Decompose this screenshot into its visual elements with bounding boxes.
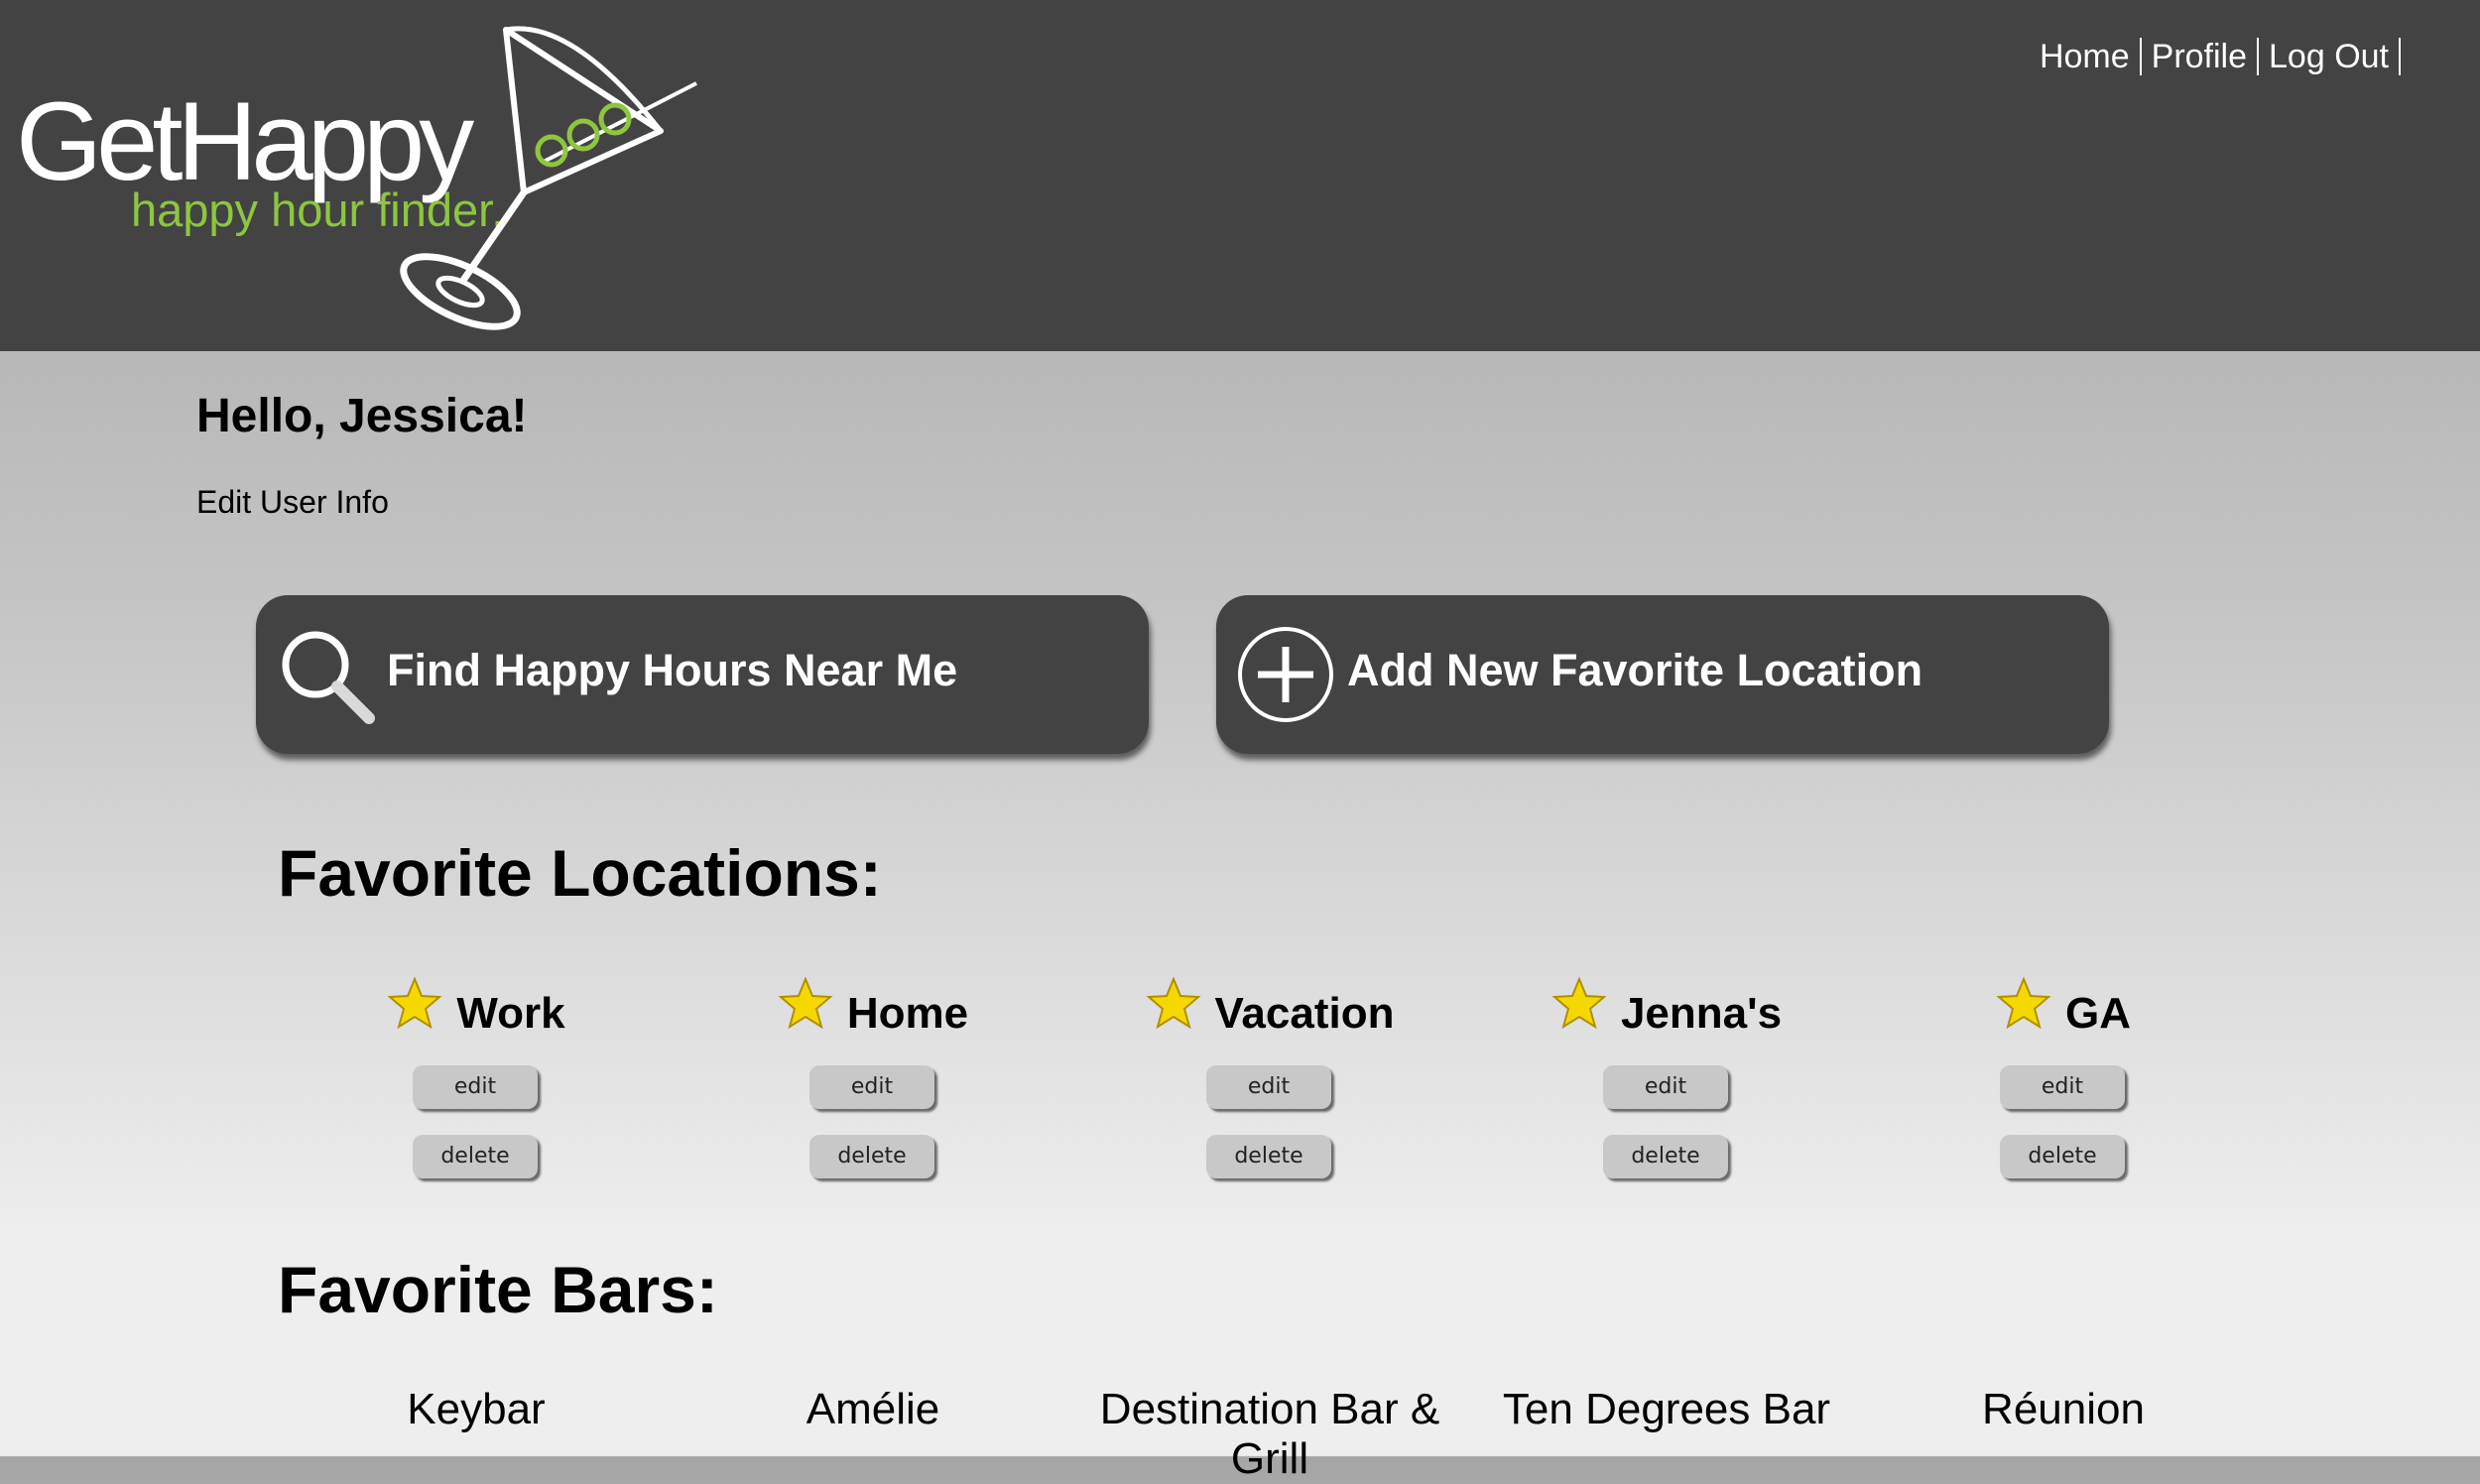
greeting-heading: Hello, Jessica! [196, 390, 528, 442]
edit-location-button[interactable]: edit [413, 1065, 538, 1109]
favorite-location-item: Home edit delete [675, 976, 1071, 1194]
favorite-bar-link[interactable]: Ten Degrees Bar [1468, 1385, 1865, 1434]
favorite-locations-heading: Favorite Locations: [278, 836, 882, 910]
favorite-bar-link[interactable]: Amélie [675, 1385, 1071, 1434]
location-name: Work [456, 989, 565, 1038]
favorite-location-item: Work edit delete [278, 976, 675, 1194]
favorite-bars-heading: Favorite Bars: [278, 1253, 718, 1326]
star-icon [1996, 976, 2051, 1030]
add-favorite-location-label: Add New Favorite Location [1347, 645, 1923, 695]
nav-home-link[interactable]: Home [2030, 38, 2142, 75]
location-name: Vacation [1214, 989, 1395, 1038]
magnifier-icon [282, 631, 375, 724]
location-name: Home [846, 989, 969, 1038]
star-icon [1551, 976, 1607, 1030]
nav-logout-link[interactable]: Log Out [2259, 38, 2401, 75]
edit-location-button[interactable]: edit [1603, 1065, 1728, 1109]
delete-location-button[interactable]: delete [1206, 1135, 1331, 1178]
site-header: GetHappy happy hour finder. Home Profile… [0, 0, 2480, 351]
delete-location-button[interactable]: delete [413, 1135, 538, 1178]
star-icon [778, 976, 833, 1030]
plus-circle-icon [1238, 627, 1333, 722]
star-icon [387, 976, 442, 1030]
delete-location-button[interactable]: delete [1603, 1135, 1728, 1178]
favorite-location-item: Vacation edit delete [1071, 976, 1468, 1194]
location-name: Jenna's [1620, 989, 1783, 1038]
find-happy-hours-button[interactable]: Find Happy Hours Near Me [256, 595, 1149, 754]
delete-location-button[interactable]: delete [809, 1135, 934, 1178]
location-name: GA [2065, 989, 2131, 1038]
star-icon [1145, 976, 1201, 1030]
top-navigation: Home Profile Log Out [2030, 38, 2401, 75]
edit-location-button[interactable]: edit [2000, 1065, 2125, 1109]
martini-glass-icon [400, 26, 697, 330]
edit-user-info-link[interactable]: Edit User Info [196, 484, 389, 521]
favorite-bar-link[interactable]: Keybar [278, 1385, 675, 1434]
favorite-bar-link[interactable]: Destination Bar & Grill [1071, 1385, 1468, 1484]
delete-location-button[interactable]: delete [2000, 1135, 2125, 1178]
gethappy-logo[interactable]: GetHappy happy hour finder. [16, 24, 710, 331]
edit-location-button[interactable]: edit [1206, 1065, 1331, 1109]
edit-location-button[interactable]: edit [809, 1065, 934, 1109]
favorite-location-item: GA edit delete [1865, 976, 2262, 1194]
add-favorite-location-button[interactable]: Add New Favorite Location [1216, 595, 2109, 754]
favorite-bar-link[interactable]: Réunion [1865, 1385, 2262, 1434]
find-happy-hours-label: Find Happy Hours Near Me [387, 645, 958, 695]
nav-profile-link[interactable]: Profile [2142, 38, 2260, 75]
favorite-location-item: Jenna's edit delete [1468, 976, 1865, 1194]
